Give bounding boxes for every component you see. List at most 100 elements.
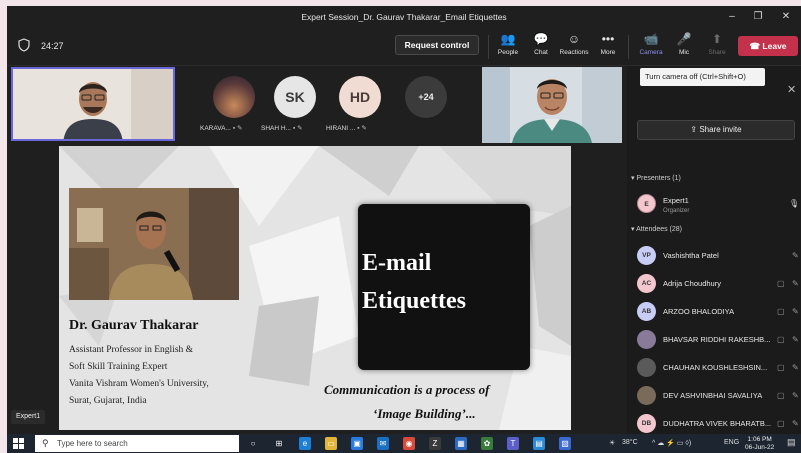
chat-button[interactable]: 💬 Chat — [525, 32, 557, 62]
mic-off-icon: ✎ — [792, 419, 799, 428]
leave-label: Leave — [762, 41, 787, 51]
teams-icon[interactable]: T — [507, 437, 519, 450]
camera-off-icon: ▢ — [777, 335, 785, 344]
minimize-button[interactable]: – — [725, 10, 739, 24]
maximize-button[interactable]: ❐ — [751, 10, 765, 24]
people-button[interactable]: 👥 People — [492, 32, 524, 62]
mic-off-icon: ▪ ✎ — [357, 125, 367, 132]
clock-date: 06-Jun-22 — [745, 444, 775, 451]
people-label: People — [497, 49, 519, 56]
share-invite-label: Share invite — [699, 125, 742, 134]
attendee-row[interactable]: DB DUDHATRA VIVEK BHARATB... ▢ ✎ — [637, 414, 801, 434]
attendees-header[interactable]: ▾ Attendees (28) — [631, 225, 682, 233]
participant-name: Vashishtha Patel — [663, 251, 719, 260]
attendee-row[interactable]: AB ARZOO BHALODIYA ▢ ✎ — [637, 302, 801, 322]
participant-name: DEV ASHVINBHAI SAVALIYA — [663, 391, 763, 400]
mic-off-icon: ✎ — [792, 251, 799, 260]
share-invite-button[interactable]: ⇪ Share invite — [637, 120, 795, 140]
participant-name: Expert1 — [663, 196, 689, 205]
request-control-button[interactable]: Request control — [395, 35, 479, 55]
widgets-icon[interactable]: ⊞ — [273, 437, 285, 450]
presenters-header[interactable]: ▾ Presenters (1) — [631, 174, 681, 182]
meeting-timer: 24:27 — [41, 41, 64, 51]
store-icon[interactable]: ▣ — [351, 437, 363, 450]
weather-icon[interactable]: ☀ — [609, 439, 615, 447]
attendee-row[interactable]: BHAVSAR RIDDHI RAKESHB... ▢ ✎ — [637, 330, 801, 350]
bio-line: Soft Skill Training Expert — [69, 362, 168, 372]
chrome-icon[interactable]: ◉ — [403, 437, 415, 450]
avatar: SK — [274, 76, 316, 118]
participant-name: ARZOO BHALODIYA — [663, 307, 735, 316]
meeting-toolbar: 24:27 Request control 👥 People 💬 Chat ☺ … — [7, 28, 801, 66]
slide-quote-line2: ‘Image Building’... — [373, 406, 476, 421]
participant-tile[interactable]: HD HIRANI ... ▪ ✎ — [326, 76, 390, 140]
close-panel-button[interactable]: ✕ — [787, 83, 796, 96]
tray-overflow-icon[interactable]: ^ ☁ ⚡ ▭ ◊) — [652, 439, 691, 447]
camera-label: Camera — [639, 49, 663, 56]
app-icon[interactable]: ▤ — [533, 437, 545, 450]
camera-off-icon: ▢ — [777, 279, 785, 288]
taskbar-search-input[interactable]: ⚲ Type here to search — [35, 435, 239, 452]
bio-line: Assistant Professor in English & — [69, 345, 194, 355]
mic-icon: 🎙 — [789, 199, 800, 208]
avatar: AC — [637, 274, 656, 293]
participant-name: KARAVA... ▪ ✎ — [200, 125, 243, 132]
task-view-icon[interactable]: ○ — [247, 437, 259, 450]
reactions-label: Reactions — [559, 49, 589, 56]
avatar: HD — [339, 76, 381, 118]
language-indicator[interactable]: ENG — [724, 439, 739, 446]
app-icon[interactable]: ✿ — [481, 437, 493, 450]
windows-start-icon[interactable] — [13, 438, 24, 449]
participant-tile[interactable]: KARAVA... ▪ ✎ — [200, 76, 264, 140]
app-icon[interactable]: ▧ — [559, 437, 571, 450]
share-button[interactable]: ⬆ Share — [701, 32, 733, 62]
attendee-row[interactable]: CHAUHAN KOUSHLESHSIN... ▢ ✎ — [637, 358, 801, 378]
presenter-row[interactable]: E Expert1 Organizer 🎙 — [637, 194, 801, 214]
bio-line: Vanita Vishram Women's University, — [69, 379, 209, 389]
avatar: AB — [637, 302, 656, 321]
mic-off-icon: ✎ — [792, 279, 799, 288]
avatar — [637, 386, 656, 405]
camera-tooltip: Turn camera off (Ctrl+Shift+O) — [640, 68, 765, 86]
taskbar-clock[interactable]: 1:06 PM 06-Jun-22 — [745, 436, 774, 452]
remote-video[interactable] — [482, 67, 622, 143]
slide-title-line1: E-mail — [362, 250, 432, 276]
calculator-icon[interactable]: ▦ — [455, 437, 467, 450]
weather-temperature[interactable]: 38°C — [622, 439, 638, 446]
presenter-bio: Assistant Professor in English & Soft Sk… — [69, 342, 209, 410]
more-button[interactable]: ••• More — [592, 32, 624, 62]
mail-icon[interactable]: ✉ — [377, 437, 389, 450]
file-explorer-icon[interactable]: ▭ — [325, 437, 337, 450]
attendee-row[interactable]: VP Vashishtha Patel ✎ — [637, 246, 801, 266]
mic-label: Mic — [678, 49, 690, 56]
self-video[interactable] — [11, 67, 175, 141]
camera-button[interactable]: 📹 Camera — [635, 32, 667, 62]
edge-icon[interactable]: e — [299, 437, 311, 450]
presentation-slide: Dr. Gaurav Thakarar Assistant Professor … — [59, 146, 571, 430]
reactions-button[interactable]: ☺ Reactions — [558, 32, 590, 62]
notification-icon[interactable]: ▤ — [787, 437, 796, 448]
app-icon[interactable]: Z — [429, 437, 441, 450]
more-participants-tile[interactable]: +24 — [396, 76, 456, 140]
close-window-button[interactable]: ✕ — [779, 10, 793, 24]
participant-tile[interactable]: SK SHAH H... ▪ ✎ — [261, 76, 325, 140]
camera-off-icon: ▢ — [777, 363, 785, 372]
presenter-tag: Expert1 — [11, 410, 46, 424]
window-title: Expert Session_Dr. Gaurav Thakarar_Email… — [301, 12, 507, 22]
self-video-image — [13, 69, 173, 139]
avatar — [213, 76, 255, 118]
presenter-name: Dr. Gaurav Thakarar — [69, 318, 199, 333]
slide-title-box — [358, 204, 530, 370]
teams-window: Expert Session_Dr. Gaurav Thakarar_Email… — [7, 6, 801, 453]
camera-off-icon: ▢ — [777, 391, 785, 400]
avatar: VP — [637, 246, 656, 265]
attendee-row[interactable]: DEV ASHVINBHAI SAVALIYA ▢ ✎ — [637, 386, 801, 406]
leave-button[interactable]: ☎ Leave — [738, 36, 798, 56]
mic-off-icon: ✎ — [792, 363, 799, 372]
toolbar-divider — [628, 35, 629, 59]
mic-button[interactable]: 🎤 Mic — [668, 32, 700, 62]
mic-off-icon: ▪ ✎ — [232, 125, 243, 132]
avatar — [637, 330, 656, 349]
attendee-row[interactable]: AC Adrija Choudhury ▢ ✎ — [637, 274, 801, 294]
participant-name: Adrija Choudhury — [663, 279, 721, 288]
